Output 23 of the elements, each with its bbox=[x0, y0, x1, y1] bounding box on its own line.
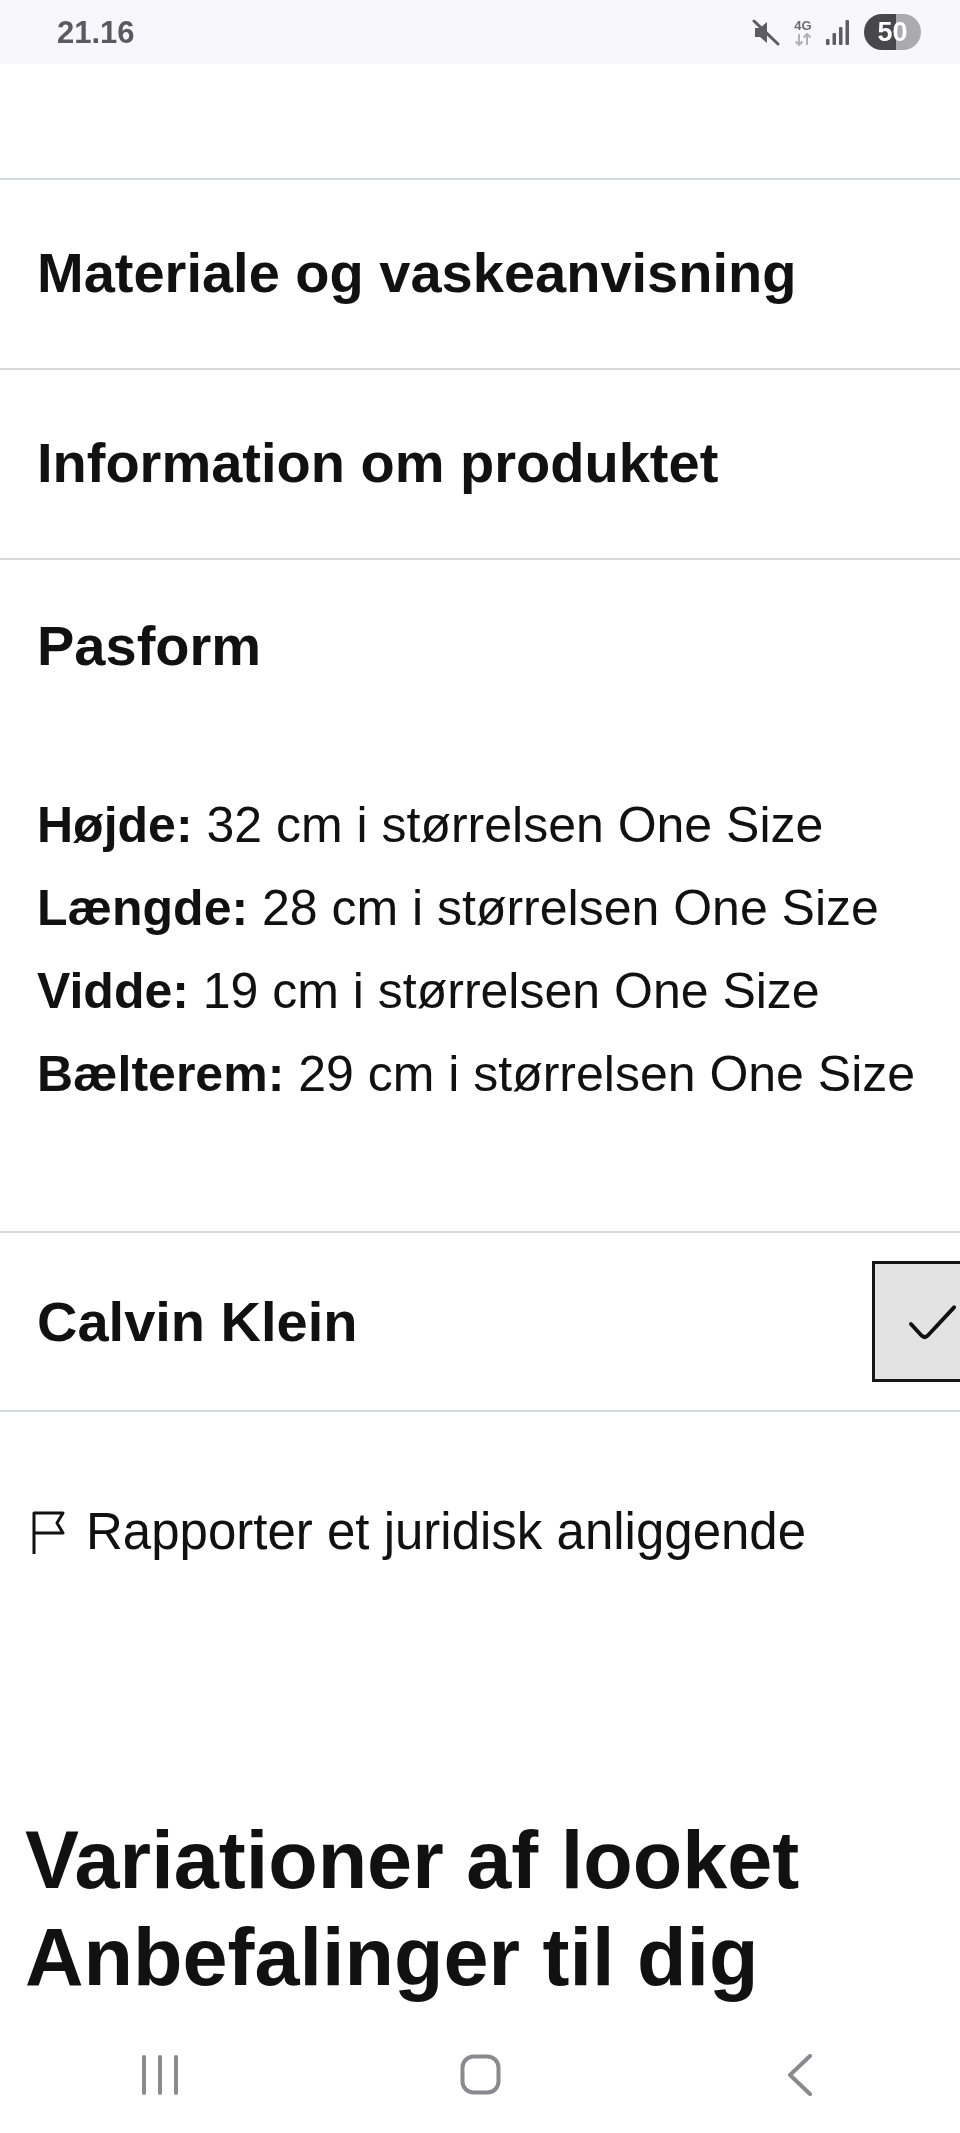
signal-icon bbox=[826, 19, 850, 45]
flag-icon bbox=[31, 1510, 66, 1554]
accordion-header[interactable]: Information om produktet bbox=[37, 431, 719, 495]
accordion-header[interactable]: Pasform bbox=[37, 614, 262, 678]
battery-indicator: 50 bbox=[864, 14, 921, 50]
accordion-header[interactable]: Materiale og vaskeanvisning bbox=[37, 241, 797, 305]
back-icon[interactable] bbox=[787, 2053, 813, 2096]
brand-name: Calvin Klein bbox=[37, 1289, 358, 1354]
recent-apps-icon[interactable] bbox=[141, 2054, 179, 2095]
section-heading: Anbefalinger til dig bbox=[25, 1911, 759, 2004]
check-icon bbox=[908, 1303, 957, 1340]
data-arrows-icon bbox=[794, 32, 812, 46]
measurement-text: Vidde: 19 cm i størrelsen One Size bbox=[37, 962, 820, 1021]
follow-checkbox[interactable] bbox=[872, 1261, 960, 1382]
measurement-text: Bælterem: 29 cm i størrelsen One Size bbox=[37, 1045, 916, 1104]
report-link[interactable]: Rapporter et juridisk anliggende bbox=[31, 1502, 807, 1562]
measurement-text: Længde: 28 cm i størrelsen One Size bbox=[37, 879, 879, 938]
network-type-label: 4G bbox=[794, 18, 812, 32]
muted-speaker-icon bbox=[752, 18, 780, 46]
measurement-text: Højde: 32 cm i størrelsen One Size bbox=[37, 796, 824, 855]
section-heading: Variationer af looket bbox=[25, 1814, 800, 1907]
status-time: 21.16 bbox=[57, 16, 135, 48]
home-icon[interactable] bbox=[459, 2054, 501, 2095]
